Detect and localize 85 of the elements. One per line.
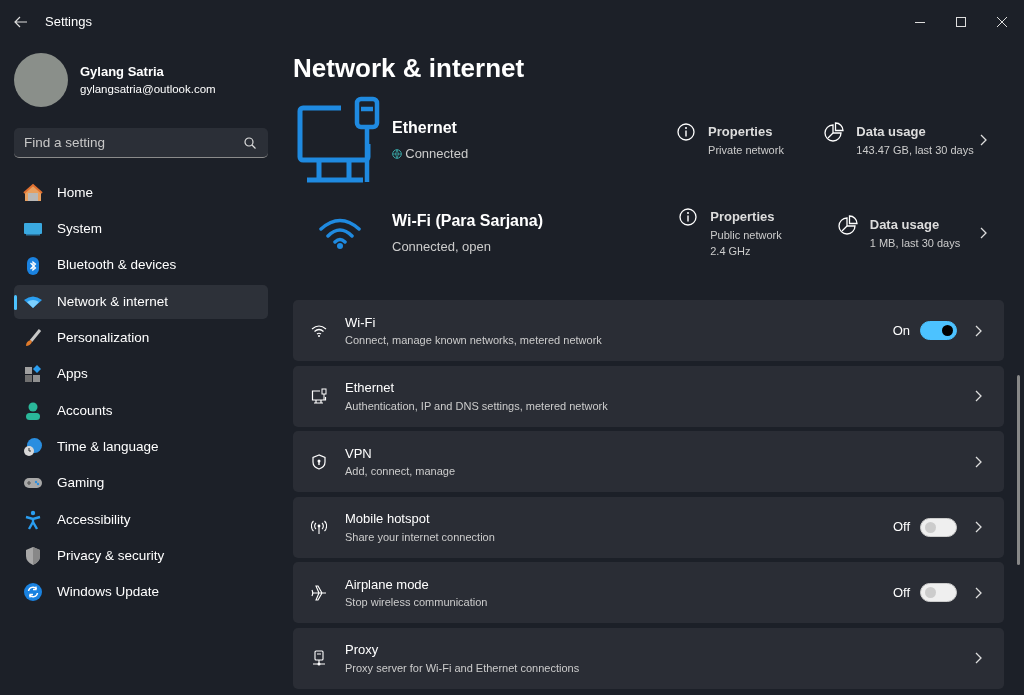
account-email: gylangsatria@outlook.com	[80, 82, 216, 98]
minimize-icon	[914, 21, 925, 23]
pie-chart-icon	[824, 122, 845, 143]
setting-title: Proxy	[345, 641, 380, 659]
sync-icon	[23, 582, 43, 603]
sidebar-item[interactable]: Network & internet	[14, 284, 268, 319]
search-icon	[244, 137, 256, 149]
toggle-switch[interactable]	[920, 517, 957, 537]
account-name: Gylang Satria	[80, 62, 165, 81]
globe-clock-icon	[23, 437, 43, 458]
chevron-button[interactable]	[980, 227, 987, 239]
setting-title: VPN	[345, 444, 373, 463]
chevron-right-icon	[975, 586, 982, 599]
info-icon	[676, 122, 697, 143]
pie-chart-icon	[837, 215, 858, 236]
sidebar-item[interactable]: Windows Update	[14, 575, 268, 610]
sidebar-item[interactable]: Accessibility	[14, 502, 268, 537]
properties-link[interactable]: Properties Public network 2.4 GHz	[642, 207, 818, 259]
monitor-cable-icon	[311, 388, 327, 404]
wifi-icon	[311, 322, 327, 339]
settings-row[interactable]: VPN Add, connect, manage	[293, 431, 1004, 492]
chevron-right-icon	[975, 521, 982, 533]
window-title: Settings	[45, 13, 92, 32]
back-arrow-icon	[14, 16, 28, 28]
accessibility-figure-icon	[23, 509, 43, 530]
broadcast-icon	[311, 519, 327, 535]
maximize-icon	[955, 17, 966, 27]
person-icon	[23, 400, 43, 421]
globe-icon	[392, 149, 402, 159]
toggle-state-label: Off	[892, 518, 910, 537]
toggle-switch[interactable]	[920, 321, 957, 340]
sidebar-item[interactable]: Time & language	[14, 430, 268, 465]
toggle-state-label: Off	[892, 583, 910, 602]
sidebar-item[interactable]: Accounts	[14, 393, 268, 428]
setting-description: Add, connect, manage	[345, 464, 457, 479]
sidebar-item[interactable]: Gaming	[14, 466, 268, 501]
chevron-right-icon	[975, 390, 982, 402]
sidebar-item[interactable]: Bluetooth & devices	[14, 248, 268, 283]
house-icon	[23, 183, 43, 203]
settings-row[interactable]: Proxy Proxy server for Wi-Fi and Ethernet connections	[293, 627, 1004, 689]
sidebar-item[interactable]: System	[14, 212, 268, 247]
close-icon	[996, 17, 1007, 27]
chevron-right-icon	[975, 652, 982, 664]
data-usage-link[interactable]: Data usage 1 MB, last 30 days	[818, 215, 980, 251]
settings-row[interactable]: Mobile hotspot Share your internet connection Off	[293, 496, 1004, 558]
connection-status: Connected	[405, 145, 469, 164]
sidebar-item[interactable]: Personalization	[14, 321, 268, 356]
setting-title: Airplane mode	[345, 575, 430, 594]
chevron-right-icon	[975, 324, 982, 337]
sidebar-item[interactable]: Apps	[14, 357, 268, 392]
settings-row[interactable]: Wi-Fi Connect, manage known networks, metered network On	[293, 300, 1004, 361]
setting-description: Connect, manage known networks, metered network	[345, 333, 603, 348]
wifi-icon	[318, 216, 362, 250]
setting-description: Authentication, IP and DNS settings, metered network	[345, 398, 609, 414]
airplane-icon	[311, 584, 327, 601]
settings-row[interactable]: Airplane mode Stop wireless communication Off	[293, 562, 1004, 623]
paintbrush-icon	[23, 328, 43, 349]
setting-title: Wi-Fi	[345, 313, 377, 332]
connection-status: Connected, open	[392, 238, 492, 257]
data-usage-link[interactable]: Data usage 143.47 GB, last 30 days	[818, 122, 980, 158]
chevron-right-icon	[980, 227, 987, 239]
toggle-state-label: On	[892, 321, 910, 340]
setting-title: Ethernet	[345, 379, 396, 397]
page-title: Network & internet	[293, 52, 526, 84]
chevron-right-icon	[975, 455, 982, 468]
sidebar-item[interactable]: Privacy & security	[14, 538, 268, 573]
sidebar-item[interactable]: Home	[14, 176, 268, 210]
chevron-button[interactable]	[980, 134, 987, 146]
toggle-switch[interactable]	[920, 583, 957, 602]
apps-icon	[23, 364, 43, 385]
setting-description: Proxy server for Wi-Fi and Ethernet connections	[345, 660, 581, 676]
connection-name: Ethernet	[392, 118, 458, 139]
avatar-photo-placeholder	[14, 53, 68, 107]
properties-link[interactable]: Properties Private network	[642, 122, 818, 158]
shield-icon	[23, 545, 43, 566]
search-field[interactable]: Find a setting	[14, 128, 268, 158]
chevron-right-icon	[980, 134, 987, 146]
shield-lock-icon	[311, 453, 327, 470]
settings-row[interactable]: Ethernet Authentication, IP and DNS settings, metered network	[293, 365, 1004, 427]
setting-description: Share your internet connection	[345, 529, 496, 545]
back-button[interactable]	[14, 16, 28, 28]
connection-name: Wi-Fi (Para Sarjana)	[392, 211, 544, 232]
info-icon	[678, 207, 699, 228]
setting-title: Mobile hotspot	[345, 510, 431, 528]
setting-description: Stop wireless communication	[345, 595, 489, 610]
